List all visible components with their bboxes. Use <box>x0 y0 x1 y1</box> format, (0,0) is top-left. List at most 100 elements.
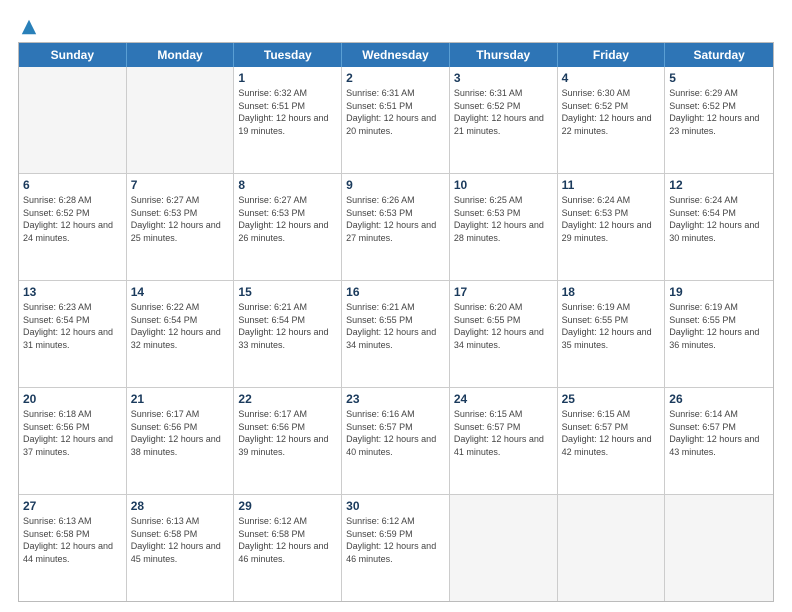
day-number: 10 <box>454 177 553 193</box>
logo-icon <box>20 18 38 36</box>
sun-info: Sunrise: 6:13 AM Sunset: 6:58 PM Dayligh… <box>23 515 122 565</box>
header-day-saturday: Saturday <box>665 43 773 67</box>
sun-info: Sunrise: 6:18 AM Sunset: 6:56 PM Dayligh… <box>23 408 122 458</box>
calendar-cell: 6Sunrise: 6:28 AM Sunset: 6:52 PM Daylig… <box>19 174 127 280</box>
calendar-cell: 30Sunrise: 6:12 AM Sunset: 6:59 PM Dayli… <box>342 495 450 601</box>
calendar-row-0: 1Sunrise: 6:32 AM Sunset: 6:51 PM Daylig… <box>19 67 773 173</box>
calendar-cell: 22Sunrise: 6:17 AM Sunset: 6:56 PM Dayli… <box>234 388 342 494</box>
calendar-cell <box>19 67 127 173</box>
day-number: 4 <box>562 70 661 86</box>
calendar-cell <box>558 495 666 601</box>
day-number: 21 <box>131 391 230 407</box>
day-number: 15 <box>238 284 337 300</box>
day-number: 8 <box>238 177 337 193</box>
day-number: 17 <box>454 284 553 300</box>
calendar-cell: 18Sunrise: 6:19 AM Sunset: 6:55 PM Dayli… <box>558 281 666 387</box>
calendar-cell: 5Sunrise: 6:29 AM Sunset: 6:52 PM Daylig… <box>665 67 773 173</box>
sun-info: Sunrise: 6:30 AM Sunset: 6:52 PM Dayligh… <box>562 87 661 137</box>
day-number: 11 <box>562 177 661 193</box>
calendar-cell: 12Sunrise: 6:24 AM Sunset: 6:54 PM Dayli… <box>665 174 773 280</box>
calendar-cell <box>450 495 558 601</box>
calendar-cell: 1Sunrise: 6:32 AM Sunset: 6:51 PM Daylig… <box>234 67 342 173</box>
day-number: 3 <box>454 70 553 86</box>
day-number: 24 <box>454 391 553 407</box>
day-number: 6 <box>23 177 122 193</box>
calendar-cell: 7Sunrise: 6:27 AM Sunset: 6:53 PM Daylig… <box>127 174 235 280</box>
calendar-cell: 2Sunrise: 6:31 AM Sunset: 6:51 PM Daylig… <box>342 67 450 173</box>
sun-info: Sunrise: 6:17 AM Sunset: 6:56 PM Dayligh… <box>238 408 337 458</box>
sun-info: Sunrise: 6:15 AM Sunset: 6:57 PM Dayligh… <box>562 408 661 458</box>
sun-info: Sunrise: 6:29 AM Sunset: 6:52 PM Dayligh… <box>669 87 769 137</box>
sun-info: Sunrise: 6:20 AM Sunset: 6:55 PM Dayligh… <box>454 301 553 351</box>
calendar: SundayMondayTuesdayWednesdayThursdayFrid… <box>18 42 774 602</box>
sun-info: Sunrise: 6:24 AM Sunset: 6:53 PM Dayligh… <box>562 194 661 244</box>
calendar-cell: 15Sunrise: 6:21 AM Sunset: 6:54 PM Dayli… <box>234 281 342 387</box>
calendar-cell: 19Sunrise: 6:19 AM Sunset: 6:55 PM Dayli… <box>665 281 773 387</box>
sun-info: Sunrise: 6:31 AM Sunset: 6:52 PM Dayligh… <box>454 87 553 137</box>
calendar-cell: 11Sunrise: 6:24 AM Sunset: 6:53 PM Dayli… <box>558 174 666 280</box>
calendar-cell: 28Sunrise: 6:13 AM Sunset: 6:58 PM Dayli… <box>127 495 235 601</box>
day-number: 19 <box>669 284 769 300</box>
sun-info: Sunrise: 6:19 AM Sunset: 6:55 PM Dayligh… <box>562 301 661 351</box>
calendar-cell <box>127 67 235 173</box>
sun-info: Sunrise: 6:17 AM Sunset: 6:56 PM Dayligh… <box>131 408 230 458</box>
day-number: 20 <box>23 391 122 407</box>
calendar-cell: 8Sunrise: 6:27 AM Sunset: 6:53 PM Daylig… <box>234 174 342 280</box>
header-day-wednesday: Wednesday <box>342 43 450 67</box>
calendar-header: SundayMondayTuesdayWednesdayThursdayFrid… <box>19 43 773 67</box>
calendar-cell: 25Sunrise: 6:15 AM Sunset: 6:57 PM Dayli… <box>558 388 666 494</box>
sun-info: Sunrise: 6:21 AM Sunset: 6:54 PM Dayligh… <box>238 301 337 351</box>
day-number: 18 <box>562 284 661 300</box>
sun-info: Sunrise: 6:21 AM Sunset: 6:55 PM Dayligh… <box>346 301 445 351</box>
calendar-row-2: 13Sunrise: 6:23 AM Sunset: 6:54 PM Dayli… <box>19 280 773 387</box>
sun-info: Sunrise: 6:32 AM Sunset: 6:51 PM Dayligh… <box>238 87 337 137</box>
day-number: 28 <box>131 498 230 514</box>
calendar-cell: 13Sunrise: 6:23 AM Sunset: 6:54 PM Dayli… <box>19 281 127 387</box>
day-number: 13 <box>23 284 122 300</box>
sun-info: Sunrise: 6:25 AM Sunset: 6:53 PM Dayligh… <box>454 194 553 244</box>
day-number: 2 <box>346 70 445 86</box>
day-number: 22 <box>238 391 337 407</box>
calendar-cell: 9Sunrise: 6:26 AM Sunset: 6:53 PM Daylig… <box>342 174 450 280</box>
sun-info: Sunrise: 6:12 AM Sunset: 6:58 PM Dayligh… <box>238 515 337 565</box>
sun-info: Sunrise: 6:16 AM Sunset: 6:57 PM Dayligh… <box>346 408 445 458</box>
calendar-cell: 16Sunrise: 6:21 AM Sunset: 6:55 PM Dayli… <box>342 281 450 387</box>
calendar-row-1: 6Sunrise: 6:28 AM Sunset: 6:52 PM Daylig… <box>19 173 773 280</box>
calendar-cell: 4Sunrise: 6:30 AM Sunset: 6:52 PM Daylig… <box>558 67 666 173</box>
calendar-cell: 23Sunrise: 6:16 AM Sunset: 6:57 PM Dayli… <box>342 388 450 494</box>
header <box>18 18 774 32</box>
day-number: 27 <box>23 498 122 514</box>
calendar-cell: 17Sunrise: 6:20 AM Sunset: 6:55 PM Dayli… <box>450 281 558 387</box>
day-number: 30 <box>346 498 445 514</box>
header-day-sunday: Sunday <box>19 43 127 67</box>
day-number: 5 <box>669 70 769 86</box>
day-number: 7 <box>131 177 230 193</box>
day-number: 9 <box>346 177 445 193</box>
calendar-cell: 10Sunrise: 6:25 AM Sunset: 6:53 PM Dayli… <box>450 174 558 280</box>
header-day-tuesday: Tuesday <box>234 43 342 67</box>
header-day-thursday: Thursday <box>450 43 558 67</box>
sun-info: Sunrise: 6:15 AM Sunset: 6:57 PM Dayligh… <box>454 408 553 458</box>
day-number: 16 <box>346 284 445 300</box>
day-number: 12 <box>669 177 769 193</box>
calendar-cell: 29Sunrise: 6:12 AM Sunset: 6:58 PM Dayli… <box>234 495 342 601</box>
sun-info: Sunrise: 6:27 AM Sunset: 6:53 PM Dayligh… <box>131 194 230 244</box>
sun-info: Sunrise: 6:27 AM Sunset: 6:53 PM Dayligh… <box>238 194 337 244</box>
day-number: 29 <box>238 498 337 514</box>
day-number: 26 <box>669 391 769 407</box>
sun-info: Sunrise: 6:13 AM Sunset: 6:58 PM Dayligh… <box>131 515 230 565</box>
sun-info: Sunrise: 6:26 AM Sunset: 6:53 PM Dayligh… <box>346 194 445 244</box>
day-number: 14 <box>131 284 230 300</box>
page: SundayMondayTuesdayWednesdayThursdayFrid… <box>0 0 792 612</box>
calendar-cell: 21Sunrise: 6:17 AM Sunset: 6:56 PM Dayli… <box>127 388 235 494</box>
header-day-monday: Monday <box>127 43 235 67</box>
sun-info: Sunrise: 6:23 AM Sunset: 6:54 PM Dayligh… <box>23 301 122 351</box>
sun-info: Sunrise: 6:14 AM Sunset: 6:57 PM Dayligh… <box>669 408 769 458</box>
sun-info: Sunrise: 6:22 AM Sunset: 6:54 PM Dayligh… <box>131 301 230 351</box>
calendar-cell: 3Sunrise: 6:31 AM Sunset: 6:52 PM Daylig… <box>450 67 558 173</box>
calendar-row-4: 27Sunrise: 6:13 AM Sunset: 6:58 PM Dayli… <box>19 494 773 601</box>
calendar-row-3: 20Sunrise: 6:18 AM Sunset: 6:56 PM Dayli… <box>19 387 773 494</box>
calendar-cell: 20Sunrise: 6:18 AM Sunset: 6:56 PM Dayli… <box>19 388 127 494</box>
sun-info: Sunrise: 6:12 AM Sunset: 6:59 PM Dayligh… <box>346 515 445 565</box>
header-day-friday: Friday <box>558 43 666 67</box>
